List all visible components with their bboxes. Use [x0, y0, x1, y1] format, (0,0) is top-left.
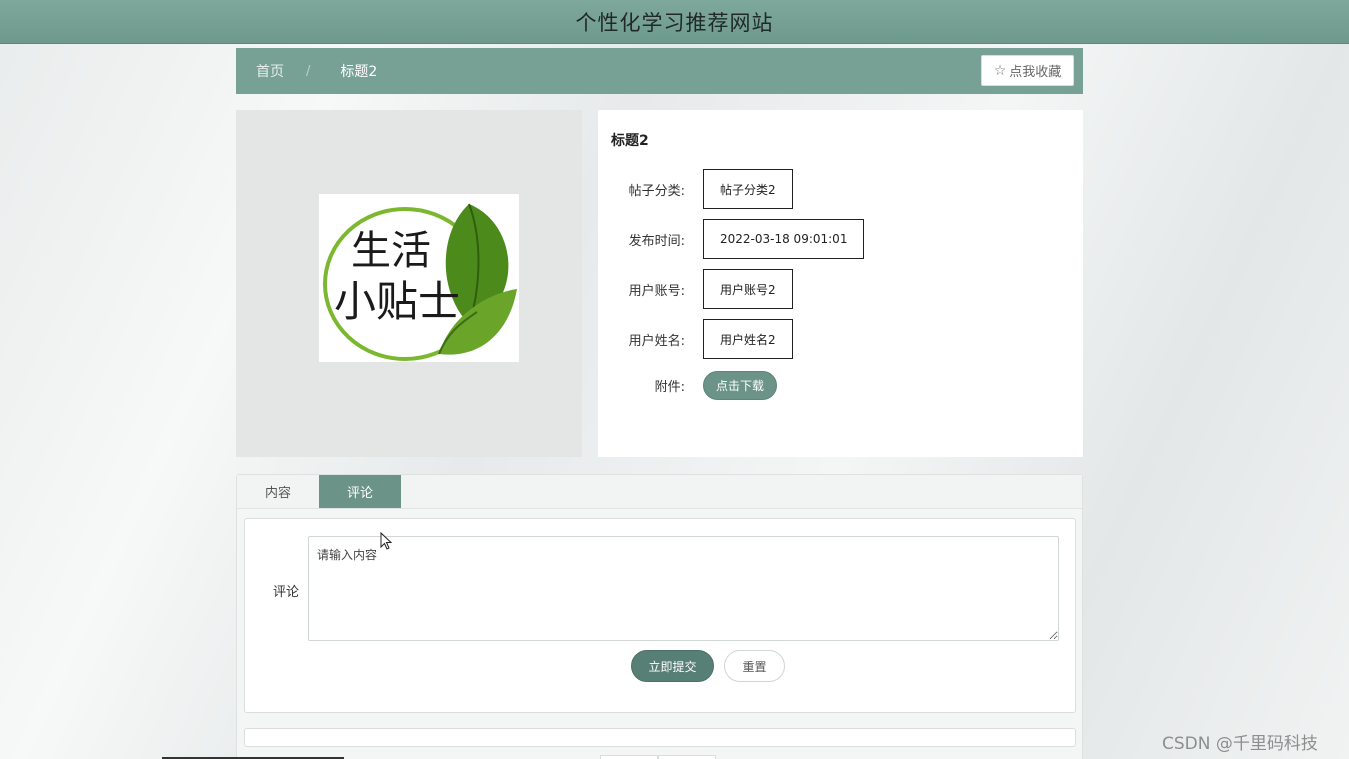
image-panel: 生活 小贴士	[236, 110, 582, 457]
info-row-attachment: 附件: 点击下载	[598, 365, 778, 405]
breadcrumb-home-link[interactable]: 首页	[256, 61, 284, 81]
submit-button[interactable]: 立即提交	[631, 650, 714, 682]
favorite-button-label: 点我收藏	[1009, 65, 1062, 80]
mouse-cursor-icon	[380, 532, 392, 550]
pagination	[600, 755, 716, 759]
download-button[interactable]: 点击下载	[703, 370, 778, 400]
site-title: 个性化学习推荐网站	[575, 10, 774, 35]
comment-form: 评论 立即提交 重置	[244, 518, 1076, 713]
info-row-username: 用户姓名: 用户姓名2	[598, 319, 793, 359]
tab-container: 内容 评论 评论 立即提交 重置	[236, 474, 1083, 759]
life-tips-logo: 生活 小贴士	[323, 203, 517, 361]
pagination-item[interactable]	[658, 755, 716, 759]
comment-list	[244, 728, 1076, 747]
reset-button[interactable]: 重置	[724, 650, 785, 682]
info-value-publish-time: 2022-03-18 09:01:01	[703, 219, 865, 259]
post-image: 生活 小贴士	[319, 194, 519, 362]
info-value-username: 用户姓名2	[703, 319, 793, 359]
info-value-account: 用户账号2	[703, 269, 793, 309]
post-title: 标题2	[611, 133, 649, 149]
info-label: 发布时间:	[628, 233, 685, 249]
tab-bar: 内容 评论	[237, 475, 1082, 509]
breadcrumb-bar: 首页 / 标题2 ☆ 点我收藏	[236, 48, 1083, 94]
logo-text-line2: 小贴士	[334, 277, 460, 326]
info-label: 帖子分类:	[628, 183, 685, 199]
info-row-publish-time: 发布时间: 2022-03-18 09:01:01	[598, 219, 865, 259]
site-header: 个性化学习推荐网站	[0, 0, 1349, 44]
star-icon: ☆	[993, 62, 1007, 79]
info-label: 用户账号:	[628, 283, 685, 299]
tab-comments[interactable]: 评论	[319, 475, 401, 508]
tab-content[interactable]: 内容	[237, 475, 319, 508]
post-info-panel: 标题2 帖子分类: 帖子分类2 发布时间: 2022-03-18 09:01:0…	[598, 110, 1083, 457]
info-row-account: 用户账号: 用户账号2	[598, 269, 793, 309]
breadcrumb-separator: /	[306, 63, 311, 79]
attachment-label: 附件:	[654, 379, 685, 395]
info-row-category: 帖子分类: 帖子分类2	[598, 169, 793, 209]
pagination-item[interactable]	[600, 755, 658, 759]
watermark: CSDN @千里码科技	[1162, 734, 1318, 754]
comment-input[interactable]	[308, 536, 1059, 641]
info-label: 用户姓名:	[628, 333, 685, 349]
breadcrumb-current: 标题2	[340, 64, 378, 80]
comment-label: 评论	[273, 585, 300, 600]
info-value-category: 帖子分类2	[703, 169, 793, 209]
favorite-button[interactable]: ☆ 点我收藏	[981, 55, 1074, 86]
logo-text-line1: 生活	[351, 228, 431, 274]
